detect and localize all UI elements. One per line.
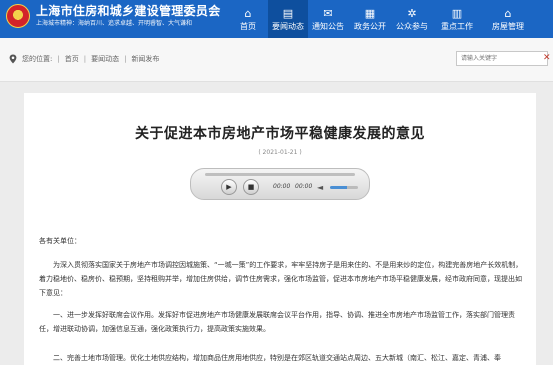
nav-item-key-work[interactable]: ▥ 重点工作	[432, 0, 482, 38]
news-icon: ▤	[282, 6, 294, 20]
nav-item-public-affairs[interactable]: ▦ 政务公开	[348, 0, 392, 38]
nav-label: 通知公告	[312, 21, 344, 31]
nav-label: 政务公开	[354, 21, 386, 31]
article-paragraph: 为深入贯彻落实国家关于房地产市场调控因城施策、“一城一策”的工作要求，牢牢坚持房…	[39, 261, 523, 297]
brand[interactable]: 上海市住房和城乡建设管理委员会 上海城市精神：海纳百川、追求卓越、开明睿智、大气…	[6, 4, 221, 28]
speaker-icon[interactable]: ◄	[317, 183, 323, 192]
breadcrumb-separator: |	[57, 55, 60, 63]
nav-item-news[interactable]: ▤ 要闻动态	[268, 0, 308, 38]
national-emblem-icon	[6, 4, 30, 28]
article-date: ( 2021-01-21 )	[258, 149, 302, 156]
site-motto: 上海城市精神：海纳百川、追求卓越、开明睿智、大气谦和	[36, 20, 193, 27]
gear-icon: ✲	[407, 6, 417, 20]
breadcrumb-current[interactable]: 新闻发布	[131, 54, 159, 64]
article-paragraph: 一、进一步发挥好联席会议作用。发挥好市促进房地产市场健康发展联席会议平台作用，指…	[39, 311, 515, 333]
nav-item-notices[interactable]: ✉ 通知公告	[308, 0, 348, 38]
nav-item-housing[interactable]: ⌂ 房屋管理	[482, 0, 534, 38]
breadcrumb-separator: |	[83, 55, 87, 63]
breadcrumb-separator: |	[124, 55, 127, 63]
building-icon: ▥	[451, 6, 463, 20]
nav-label: 首页	[240, 21, 256, 31]
home-icon: ⌂	[244, 6, 252, 20]
location-pin-icon	[9, 54, 17, 64]
stop-button[interactable]: ■	[243, 179, 259, 195]
house-icon: ⌂	[504, 6, 512, 20]
breadcrumb-home-link[interactable]: 首页	[65, 54, 79, 64]
site-title: 上海市住房和城乡建设管理委员会	[36, 4, 221, 18]
nav-label: 重点工作	[441, 21, 473, 31]
nav-item-participation[interactable]: ✲ 公众参与	[392, 0, 432, 38]
breadcrumb-prefix: 您的位置:	[22, 55, 53, 63]
breadcrumb: 您的位置: | 首页 | 要闻动态 | 新闻发布	[8, 54, 159, 64]
nav-label: 公众参与	[396, 21, 428, 31]
article-title: 关于促进本市房地产市场平稳健康发展的意见	[135, 126, 425, 142]
nav-label: 要闻动态	[272, 21, 304, 31]
audio-player: ▶ ■ 00:00 00:00 ◄	[190, 168, 370, 200]
audio-progress-bar[interactable]	[205, 173, 355, 176]
mail-icon: ✉	[323, 6, 333, 20]
article-greeting: 各有关单位：	[39, 237, 81, 245]
close-icon[interactable]: ✕	[543, 53, 551, 63]
current-time: 00:00	[273, 183, 291, 190]
site-header: 上海市住房和城乡建设管理委员会 上海城市精神：海纳百川、追求卓越、开明睿智、大气…	[0, 0, 553, 38]
volume-slider[interactable]	[330, 186, 358, 189]
article-container: 关于促进本市房地产市场平稳健康发展的意见 ( 2021-01-21 ) ▶ ■ …	[24, 93, 536, 365]
nav-label: 房屋管理	[492, 21, 524, 31]
nav-item-home[interactable]: ⌂ 首页	[228, 0, 268, 38]
play-button[interactable]: ▶	[221, 179, 237, 195]
grid-icon: ▦	[364, 6, 376, 20]
breadcrumb-news-link[interactable]: 要闻动态	[91, 54, 119, 64]
total-time: 00:00	[295, 183, 313, 190]
main-nav: ⌂ 首页 ▤ 要闻动态 ✉ 通知公告 ▦ 政务公开 ✲ 公众参与 ▥ 重点工作 …	[228, 0, 534, 38]
brand-text: 上海市住房和城乡建设管理委员会 上海城市精神：海纳百川、追求卓越、开明睿智、大气…	[36, 4, 221, 28]
search-input[interactable]	[456, 51, 548, 66]
article-paragraph: 二、完善土地市场管理。优化土地供应结构，增加商品住房用地供应，特别是在郊区轨道交…	[53, 354, 501, 362]
